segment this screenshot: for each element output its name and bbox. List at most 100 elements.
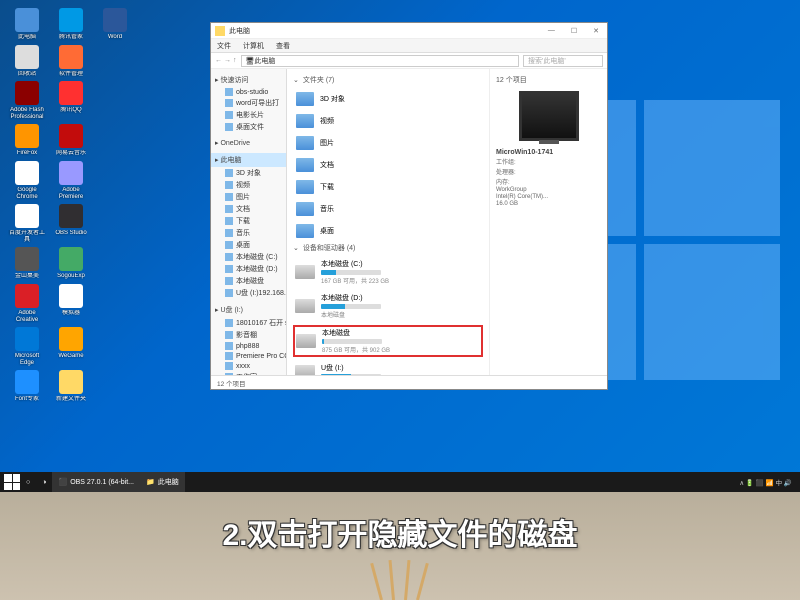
desktop-icon[interactable]: Word xyxy=(96,8,134,41)
address-bar[interactable]: 🖥 此电脑 xyxy=(241,55,520,67)
sidebar-group-head[interactable]: ▸ U盘 (I:) xyxy=(211,303,286,317)
drives-section-head[interactable]: ⌄ 设备和驱动器 (4) xyxy=(293,243,483,253)
desktop-icon[interactable]: Microsoft Edge xyxy=(8,327,46,366)
titlebar[interactable]: 此电脑 — ☐ ✕ xyxy=(211,23,607,39)
taskbar: ○ ◑ ⬛ OBS 27.0.1 (64-bit... 📁 此电脑 ∧ 🔋 ⬛ … xyxy=(0,472,800,492)
desktop-icon[interactable]: WeGame xyxy=(52,327,90,366)
caption-text: 2.双击打开隐藏文件的磁盘 xyxy=(222,510,577,554)
sidebar-item[interactable]: 本地磁盘 (D:) xyxy=(211,263,286,275)
desktop-icon[interactable]: SogouExp xyxy=(52,247,90,280)
folder-item[interactable]: 图片 xyxy=(293,133,483,153)
drive-item[interactable]: 本地磁盘 (C:)167 GB 可用，共 223 GB xyxy=(293,257,483,287)
start-button[interactable] xyxy=(4,474,20,490)
desktop-icon[interactable]: FireFox xyxy=(8,124,46,157)
computer-name: MicroWin10-1741 xyxy=(496,149,601,156)
detail-line: 处理器: xyxy=(496,167,601,176)
sidebar-item[interactable]: 电影长片 xyxy=(211,109,286,121)
desktop-icon[interactable]: 回收站 xyxy=(8,45,46,78)
desktop-icon[interactable]: 金山桌美 xyxy=(8,247,46,280)
desktop-icon[interactable]: Adobe Flash Professional xyxy=(8,81,46,120)
folder-item[interactable]: 桌面 xyxy=(293,221,483,241)
folder-item[interactable]: 3D 对象 xyxy=(293,89,483,109)
video-caption-overlay: 2.双击打开隐藏文件的磁盘 xyxy=(0,492,800,600)
desktop-icon[interactable]: 腾讯QQ xyxy=(52,81,90,120)
computer-icon xyxy=(519,91,579,141)
sidebar-item[interactable]: word可导出打 xyxy=(211,97,286,109)
sidebar-item[interactable]: 本地磁盘 xyxy=(211,275,286,287)
desktop-icon[interactable]: OBS Studio xyxy=(52,204,90,243)
folder-item[interactable]: 视频 xyxy=(293,111,483,131)
desktop-icon[interactable]: Font专家 xyxy=(8,370,46,403)
main-content: ⌄ 文件夹 (7) 3D 对象视频图片文档下载音乐桌面 ⌄ 设备和驱动器 (4)… xyxy=(287,69,489,375)
chevron-down-icon: ⌄ xyxy=(293,76,299,84)
sidebar-group-head[interactable]: ▸ 此电脑 xyxy=(211,153,286,167)
search-button[interactable]: ○ xyxy=(20,472,36,492)
sidebar-item[interactable]: 音乐 xyxy=(211,227,286,239)
desktop-icon[interactable]: Adobe Premiere xyxy=(52,161,90,200)
sidebar-item[interactable]: obs-studio xyxy=(211,87,286,97)
sidebar-item[interactable]: 3D 对象 xyxy=(211,167,286,179)
sidebar-item[interactable]: php888 xyxy=(211,341,286,351)
ribbon-tab[interactable]: 计算机 xyxy=(243,41,264,51)
sidebar-item[interactable]: 下载 xyxy=(211,215,286,227)
close-button[interactable]: ✕ xyxy=(589,27,603,35)
sidebar-group-head[interactable]: ▸ 快速访问 xyxy=(211,73,286,87)
sidebar-item[interactable]: 桌面 xyxy=(211,239,286,251)
desktop-icon[interactable]: Google Chrome xyxy=(8,161,46,200)
sidebar-group-head[interactable]: ▸ OneDrive xyxy=(211,137,286,149)
drive-item[interactable]: U盘 (I:) xyxy=(293,361,483,375)
drive-item[interactable]: 本地磁盘 (D:)本地磁盘 xyxy=(293,291,483,321)
sidebar-item[interactable]: 图片 xyxy=(211,191,286,203)
desktop-icon[interactable]: 模拟器 xyxy=(52,284,90,323)
sidebar-item[interactable]: xxxx xyxy=(211,361,286,371)
maximize-button[interactable]: ☐ xyxy=(567,27,581,35)
chevron-down-icon: ⌄ xyxy=(293,244,299,252)
chair-decoration xyxy=(370,560,430,600)
up-button[interactable]: ↑ xyxy=(233,57,237,64)
sidebar-item[interactable]: 桌面文件 xyxy=(211,121,286,133)
folder-icon xyxy=(215,26,225,36)
folder-item[interactable]: 音乐 xyxy=(293,199,483,219)
sidebar-item[interactable]: 影音棚 xyxy=(211,329,286,341)
sidebar-item[interactable]: 文档 xyxy=(211,203,286,215)
taskbar-obs[interactable]: ⬛ OBS 27.0.1 (64-bit... xyxy=(52,472,140,492)
sidebar-item[interactable]: Premiere Pro CC20 xyxy=(211,351,286,361)
ribbon-tab[interactable]: 查看 xyxy=(276,41,290,51)
sidebar-item[interactable]: 18010167 石开 st xyxy=(211,317,286,329)
breadcrumb: 此电脑 xyxy=(254,56,275,66)
address-bar-row: ← → ↑ 🖥 此电脑 搜索'此电脑' xyxy=(211,53,607,69)
detail-line: 工作组: xyxy=(496,157,601,166)
pc-icon: 🖥 xyxy=(246,57,255,65)
sidebar-item[interactable]: U盘 (I:)192.168.10.2 xyxy=(211,287,286,299)
folder-item[interactable]: 下载 xyxy=(293,177,483,197)
desktop-icon[interactable]: 网易云音乐 xyxy=(52,124,90,157)
system-tray[interactable]: ∧ 🔋 ⬛ 📶 中 🔊 xyxy=(739,477,796,487)
desktop-icon[interactable]: 此电脑 xyxy=(8,8,46,41)
desktop-icon[interactable]: 腾讯管家 xyxy=(52,8,90,41)
forward-button[interactable]: → xyxy=(224,57,231,64)
details-pane: 12 个项目 MicroWin10-1741 工作组:处理器:内存:WorkGr… xyxy=(489,69,607,375)
nav-buttons: ← → ↑ xyxy=(215,57,237,64)
folder-item[interactable]: 文档 xyxy=(293,155,483,175)
minimize-button[interactable]: — xyxy=(544,27,559,35)
desktop-icon[interactable]: 新建文件夹 xyxy=(52,370,90,403)
desktop-icon[interactable]: 百度开发者工具 xyxy=(8,204,46,243)
search-input[interactable]: 搜索'此电脑' xyxy=(523,55,603,67)
desktop-icon[interactable]: 软件管理 xyxy=(52,45,90,78)
cortana-button[interactable]: ◑ xyxy=(36,472,52,492)
sidebar-item[interactable]: 本地磁盘 (C:) xyxy=(211,251,286,263)
folders-section-head[interactable]: ⌄ 文件夹 (7) xyxy=(293,75,483,85)
desktop-icons-grid: 此电脑腾讯管家Word 回收站软件管理Adobe Flash Profession… xyxy=(8,8,134,403)
detail-line: 内存: xyxy=(496,177,601,186)
taskbar-explorer[interactable]: 📁 此电脑 xyxy=(140,472,185,492)
back-button[interactable]: ← xyxy=(215,57,222,64)
details-head: 12 个项目 xyxy=(496,75,601,85)
drive-item[interactable]: 本地磁盘875 GB 可用，共 902 GB xyxy=(293,325,483,357)
desktop-icon[interactable]: Adobe Creative xyxy=(8,284,46,323)
detail-line: Intel(R) Core(TM)... xyxy=(496,194,601,200)
sidebar-item[interactable]: 视频 xyxy=(211,179,286,191)
window-title: 此电脑 xyxy=(229,26,544,36)
ribbon-tab[interactable]: 文件 xyxy=(217,41,231,51)
file-explorer-window: 此电脑 — ☐ ✕ 文件 计算机 查看 ← → ↑ 🖥 此电脑 搜索'此电脑' ▸ … xyxy=(210,22,608,390)
ribbon-tabs: 文件 计算机 查看 xyxy=(211,39,607,53)
